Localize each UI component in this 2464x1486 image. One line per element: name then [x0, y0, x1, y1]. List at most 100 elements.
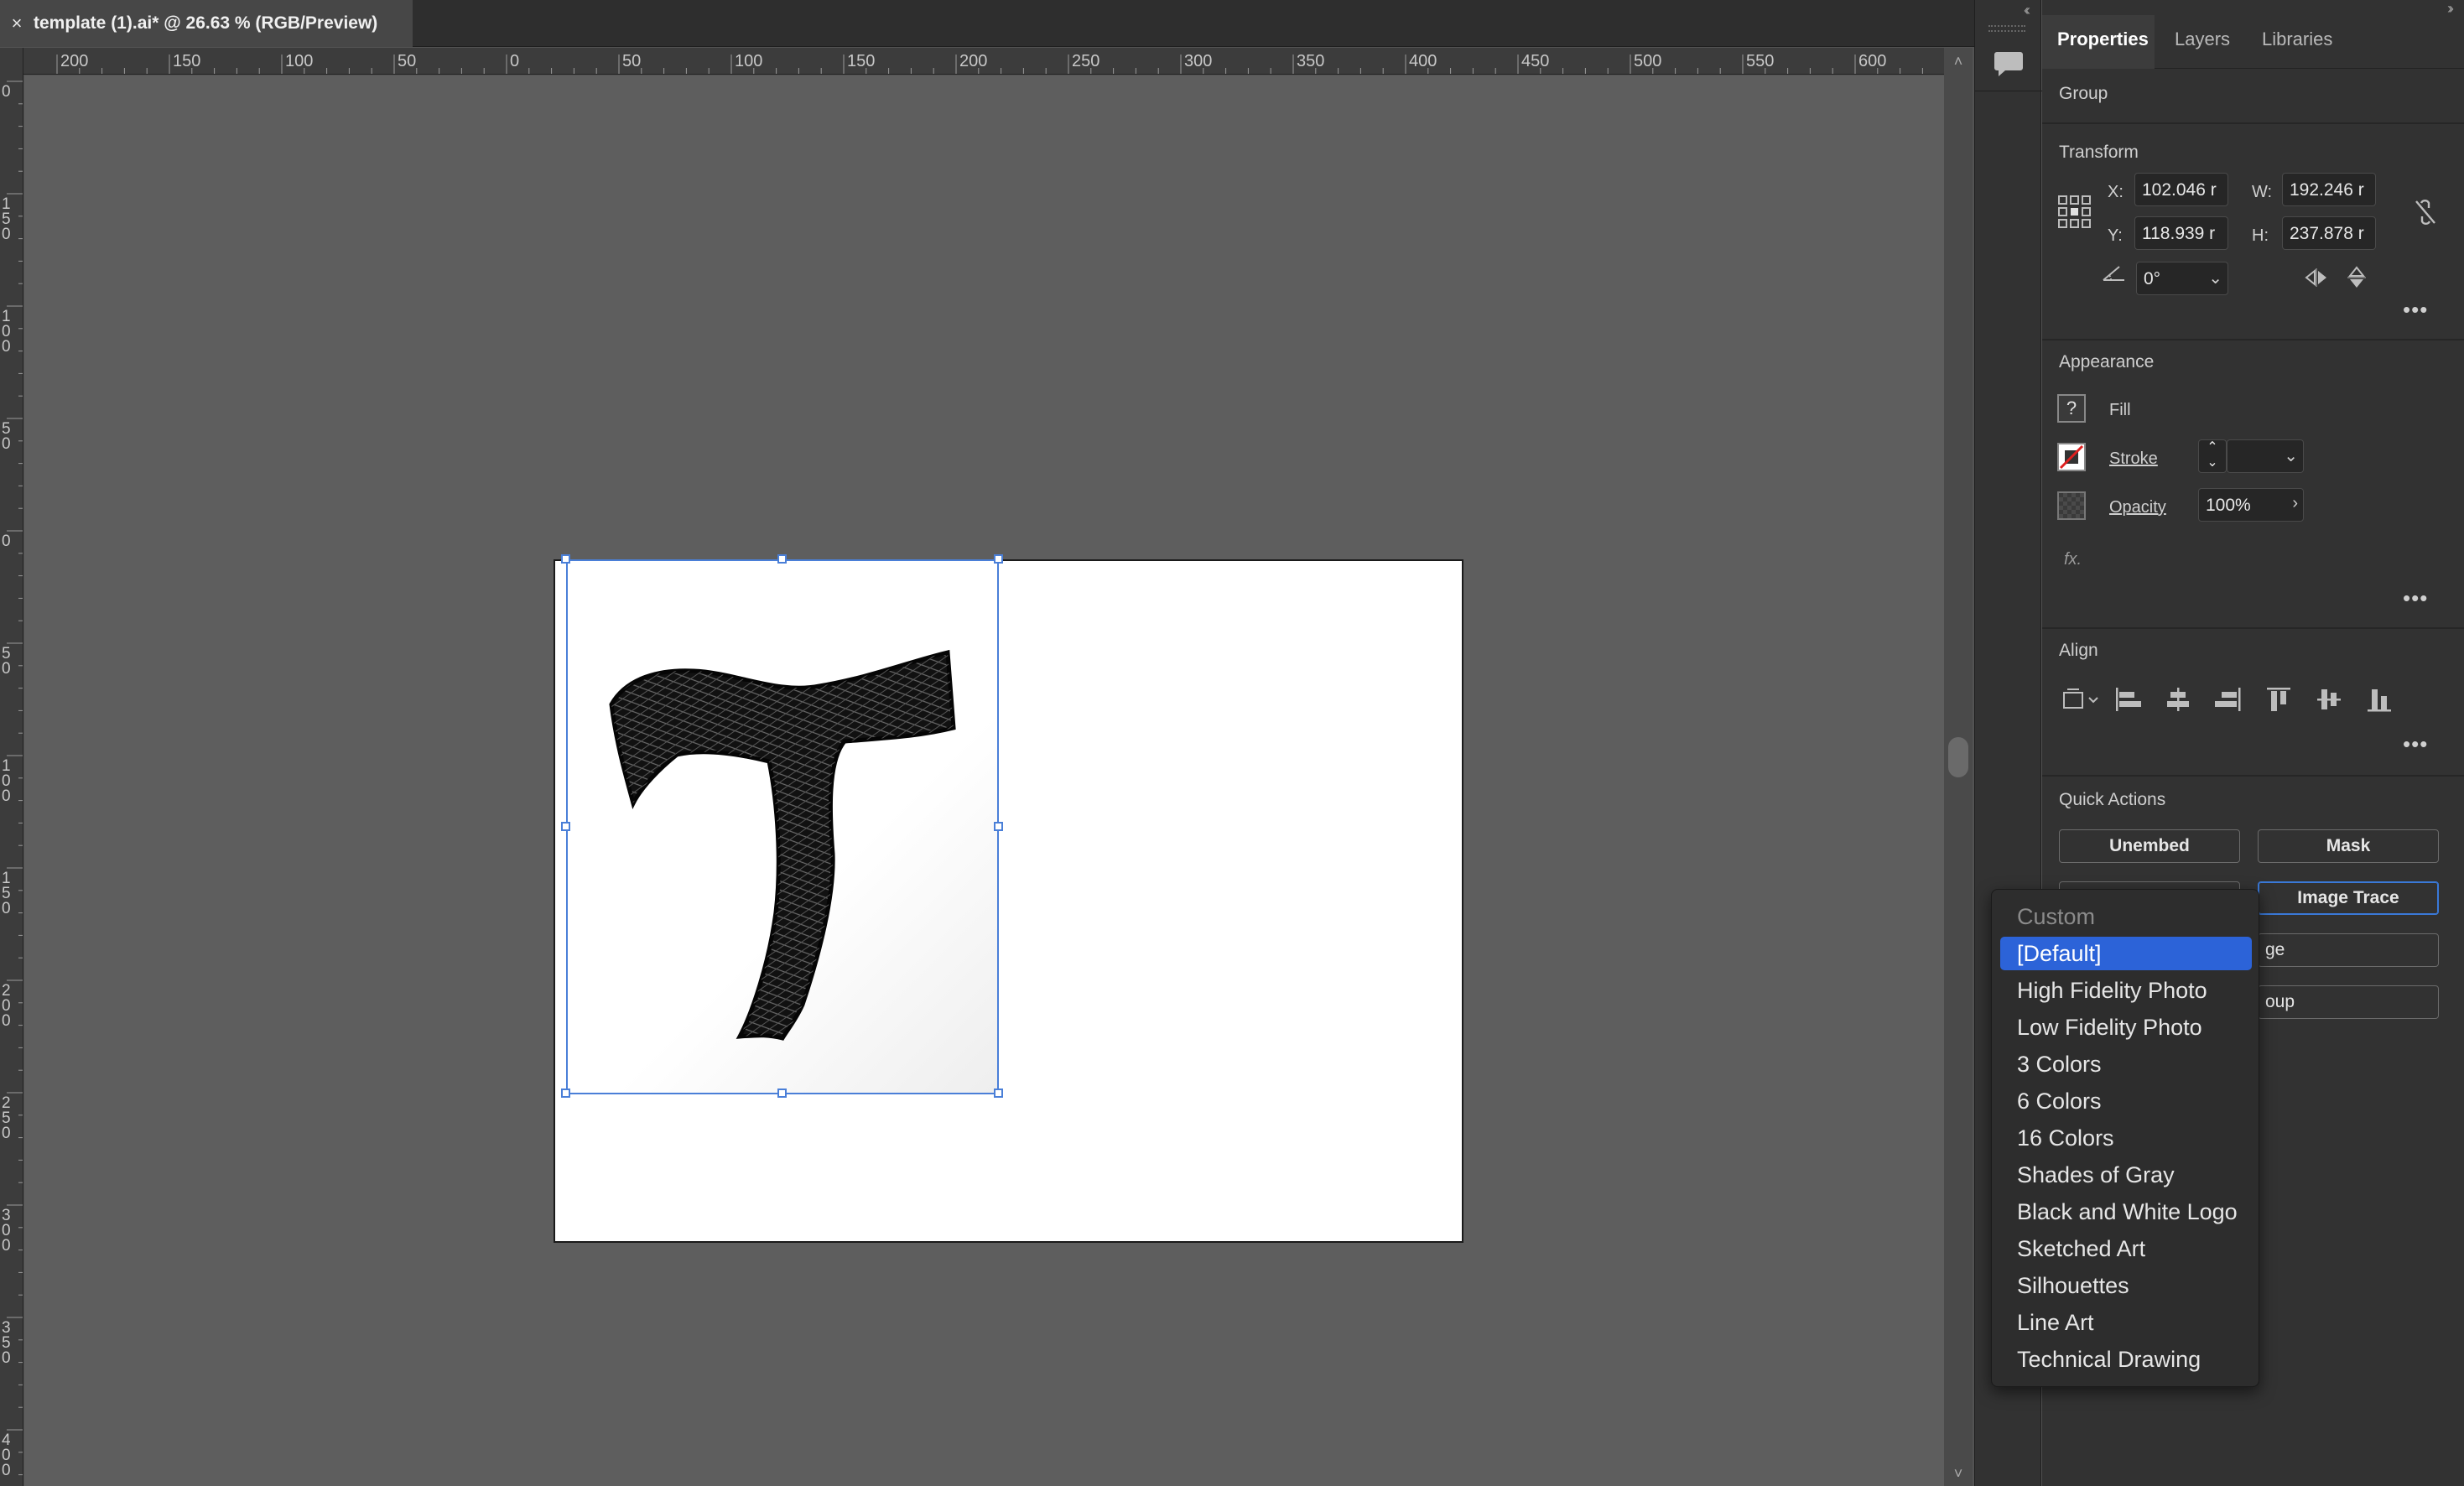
ruler-tick-label: 600 — [1858, 52, 1886, 70]
resize-handle-top-left[interactable] — [561, 554, 570, 564]
close-tab-icon[interactable]: × — [0, 13, 34, 34]
resize-handle-bottom-center[interactable] — [777, 1089, 787, 1098]
stroke-label[interactable]: Stroke — [2109, 449, 2158, 469]
rotate-angle-icon — [2101, 262, 2128, 291]
menu-item-16-colors[interactable]: 16 Colors — [2000, 1121, 2252, 1155]
align-vertical-center-icon[interactable] — [2314, 684, 2344, 720]
align-bottom-icon[interactable] — [2364, 684, 2394, 720]
horizontal-ruler[interactable]: 200 150 100 50 0 50 100 150 200 250 300 350 400 450 50… — [23, 48, 1951, 75]
vertical-ruler[interactable]: 015010050050100150200250300350400 — [0, 48, 23, 1486]
chevron-right-icon[interactable]: › — [2292, 494, 2298, 513]
resize-handle-top-right[interactable] — [994, 554, 1003, 564]
align-to-selection-icon[interactable] — [2059, 684, 2101, 720]
transform-more-options-icon[interactable]: ••• — [2403, 297, 2428, 323]
ruler-tick-label: 0 — [510, 52, 519, 70]
tab-properties[interactable]: Properties — [2057, 29, 2149, 50]
fill-swatch[interactable]: ? — [2057, 394, 2086, 423]
section-divider — [2042, 627, 2464, 629]
chevron-down-icon[interactable]: ⌄ — [2208, 268, 2222, 288]
ruler-tick-label: 0 — [2, 1012, 11, 1030]
resize-handle-middle-right[interactable] — [994, 822, 1003, 831]
effects-fx-icon[interactable]: fx. — [2064, 550, 2082, 569]
document-tab-title[interactable]: template (1).ai* @ 26.63 % (RGB/Preview) — [34, 13, 377, 34]
section-divider — [2042, 122, 2464, 124]
x-label: X: — [2108, 183, 2124, 201]
menu-item-high-fidelity-photo[interactable]: High Fidelity Photo — [2000, 974, 2252, 1007]
horizontal-ruler-ticks: 200 150 100 50 0 50 100 150 200 250 300 350 400 450 50… — [56, 52, 1946, 74]
ruler-tick-label: 300 — [1184, 52, 1212, 70]
y-field[interactable]: 118.939 r — [2134, 216, 2228, 250]
resize-handle-bottom-right[interactable] — [994, 1089, 1003, 1098]
ruler-tick-label: 0 — [2, 1125, 11, 1142]
selection-bounding-box[interactable] — [566, 559, 999, 1094]
ruler-tick-label: 50 — [398, 52, 416, 70]
quick-actions-section-title: Quick Actions — [2059, 790, 2166, 809]
tab-libraries[interactable]: Libraries — [2262, 29, 2332, 50]
ruler-tick-label: 350 — [1297, 52, 1324, 70]
menu-item-default[interactable]: [Default] — [2000, 937, 2252, 970]
menu-item-line-art[interactable]: Line Art — [2000, 1306, 2252, 1339]
ruler-tick-label: 50 — [622, 52, 641, 70]
ruler-tick-label: 0 — [2, 1237, 11, 1255]
scrollbar-thumb[interactable] — [1948, 737, 1968, 777]
ruler-tick-label: 200 — [959, 52, 987, 70]
h-field[interactable]: 237.878 r — [2282, 216, 2376, 250]
document-tab-bar: × template (1).ai* @ 26.63 % (RGB/Previe… — [0, 0, 1974, 47]
menu-item-silhouettes[interactable]: Silhouettes — [2000, 1269, 2252, 1302]
ruler-tick-label: 200 — [60, 52, 88, 70]
ruler-tick-label: 550 — [1746, 52, 1774, 70]
rotate-angle-field[interactable]: 0° ⌄ — [2136, 262, 2228, 295]
align-right-icon[interactable] — [2213, 684, 2243, 720]
panel-grip-icon[interactable] — [1988, 25, 2025, 32]
vertical-ruler-ticks: 015010050050100150200250300350400 — [2, 81, 23, 1479]
reference-point-icon[interactable] — [2057, 195, 2092, 236]
opacity-field[interactable]: 100% › — [2198, 488, 2304, 522]
mask-button[interactable]: Mask — [2258, 829, 2439, 863]
align-section-title: Align — [2059, 641, 2098, 660]
collapse-panels-icon[interactable]: ‹‹ — [2024, 2, 2030, 19]
section-divider — [2042, 339, 2464, 340]
fill-label: Fill — [2109, 401, 2131, 419]
stroke-swatch[interactable] — [2057, 443, 2086, 471]
flip-horizontal-icon[interactable] — [2304, 267, 2329, 294]
scroll-up-arrow-icon[interactable]: ˄ — [1944, 53, 1973, 70]
ruler-tick-label: 100 — [285, 52, 313, 70]
menu-item-low-fidelity-photo[interactable]: Low Fidelity Photo — [2000, 1011, 2252, 1044]
stroke-weight-field[interactable]: ⌄ — [2227, 439, 2304, 473]
vertical-scrollbar[interactable]: ˄ ˅ — [1944, 48, 1973, 1486]
ungroup-button[interactable]: oup — [2258, 985, 2439, 1019]
scroll-down-arrow-icon[interactable]: ˅ — [1944, 1465, 1973, 1483]
align-top-icon[interactable] — [2264, 684, 2294, 720]
comments-icon[interactable] — [1987, 42, 2030, 86]
tab-layers[interactable]: Layers — [2175, 29, 2230, 50]
constrain-proportions-icon[interactable] — [2411, 198, 2440, 232]
resize-handle-middle-left[interactable] — [561, 822, 570, 831]
transform-section-title: Transform — [2059, 143, 2139, 162]
opacity-label[interactable]: Opacity — [2109, 498, 2166, 517]
chevron-down-icon[interactable]: ⌄ — [2284, 445, 2298, 466]
menu-item-black-and-white-logo[interactable]: Black and White Logo — [2000, 1195, 2252, 1229]
flip-vertical-icon[interactable] — [2346, 265, 2368, 296]
menu-item-technical-drawing[interactable]: Technical Drawing — [2000, 1343, 2252, 1376]
menu-header-custom: Custom — [2017, 904, 2096, 929]
align-left-icon[interactable] — [2113, 684, 2143, 720]
unembed-button[interactable]: Unembed — [2059, 829, 2240, 863]
menu-item-sketched-art[interactable]: Sketched Art — [2000, 1232, 2252, 1265]
menu-item-3-colors[interactable]: 3 Colors — [2000, 1047, 2252, 1081]
stroke-weight-stepper[interactable]: ⌃ ⌄ — [2198, 439, 2227, 473]
selection-type-label: Group — [2059, 84, 2108, 103]
x-field[interactable]: 102.046 r — [2134, 173, 2228, 206]
document-tab[interactable]: × template (1).ai* @ 26.63 % (RGB/Previe… — [0, 0, 413, 47]
image-trace-button[interactable]: Image Trace — [2258, 881, 2439, 915]
align-more-options-icon[interactable]: ••• — [2403, 731, 2428, 757]
resize-handle-top-center[interactable] — [777, 554, 787, 564]
crop-image-button[interactable]: ge — [2258, 933, 2439, 967]
menu-item-shades-of-gray[interactable]: Shades of Gray — [2000, 1158, 2252, 1192]
appearance-more-options-icon[interactable]: ••• — [2403, 585, 2428, 611]
ruler-tick-label: 0 — [2, 660, 11, 678]
resize-handle-bottom-left[interactable] — [561, 1089, 570, 1098]
opacity-swatch[interactable] — [2057, 491, 2086, 520]
w-field[interactable]: 192.246 r — [2282, 173, 2376, 206]
align-horizontal-center-icon[interactable] — [2163, 684, 2193, 720]
menu-item-6-colors[interactable]: 6 Colors — [2000, 1084, 2252, 1118]
